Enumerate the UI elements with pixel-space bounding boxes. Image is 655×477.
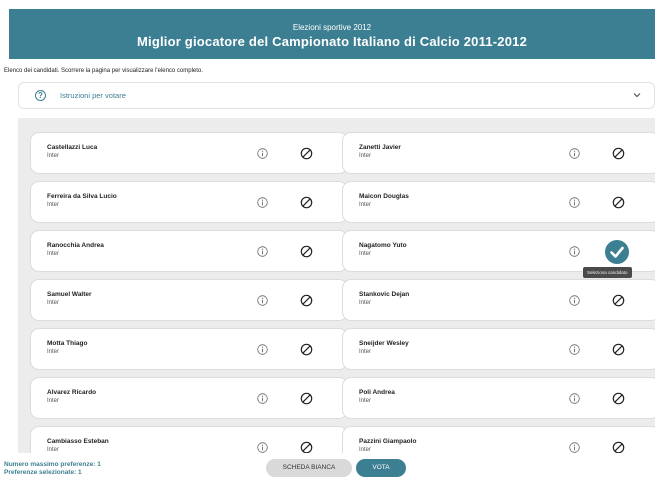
info-icon[interactable] — [257, 344, 268, 355]
page-title: Miglior giocatore del Campionato Italian… — [136, 34, 528, 49]
info-icon[interactable] — [257, 197, 268, 208]
info-icon[interactable] — [569, 246, 580, 257]
candidate-name: Sneijder Wesley — [359, 340, 409, 347]
unselected-icon[interactable] — [299, 440, 314, 453]
selected-preferences-label: Preferenze selezionate: 1 — [4, 469, 82, 476]
candidate-name: Alvarez Ricardo — [47, 389, 97, 396]
candidate-card[interactable]: Zanetti Javier Inter — [342, 132, 655, 174]
voting-instructions-label: Istruzioni per votare — [60, 91, 126, 100]
unselected-icon[interactable] — [611, 195, 626, 210]
unselected-icon[interactable] — [299, 293, 314, 308]
candidate-list[interactable]: Castellazzi Luca Inter Zanetti Javier Inter… — [18, 118, 655, 453]
candidate-team: Inter — [47, 398, 60, 404]
candidate-team: Inter — [359, 349, 372, 355]
candidate-card[interactable]: Pazzini Giampaolo Inter — [342, 426, 655, 453]
candidate-card[interactable]: Stankovic Dejan Inter — [342, 279, 655, 321]
info-icon[interactable] — [569, 442, 580, 453]
candidate-team: Inter — [359, 398, 372, 404]
unselected-icon[interactable] — [299, 391, 314, 406]
candidate-card[interactable]: Cambiasso Esteban Inter — [30, 426, 348, 453]
candidate-card[interactable]: Samuel Walter Inter — [30, 279, 348, 321]
candidate-team: Inter — [359, 153, 372, 159]
unselected-icon[interactable] — [611, 342, 626, 357]
candidate-name: Ranocchia Andrea — [47, 242, 104, 249]
candidate-name: Castellazzi Luca — [47, 144, 98, 151]
candidate-name: Zanetti Javier — [359, 144, 401, 151]
candidate-card[interactable]: Ferreira da Silva Lucio Inter — [30, 181, 348, 223]
select-candidate-tooltip: Seleziona candidato — [583, 267, 632, 278]
unselected-icon[interactable] — [299, 195, 314, 210]
selected-check-icon[interactable] — [605, 240, 629, 264]
candidate-card[interactable]: Nagatomo Yuto Inter Seleziona candidato — [342, 230, 655, 278]
election-subtitle: Elezioni sportive 2012 — [292, 23, 372, 32]
info-icon[interactable] — [257, 246, 268, 257]
blank-ballot-button[interactable]: SCHEDA BIANCA — [266, 459, 352, 477]
candidate-card[interactable]: Sneijder Wesley Inter — [342, 328, 655, 370]
info-icon[interactable] — [569, 148, 580, 159]
candidate-team: Inter — [47, 300, 60, 306]
candidate-team: Inter — [47, 153, 60, 159]
candidate-name: Poli Andrea — [359, 389, 395, 396]
unselected-icon[interactable] — [299, 342, 314, 357]
max-preferences-label: Numero massimo preferenze: 1 — [4, 461, 101, 468]
info-icon[interactable] — [569, 344, 580, 355]
candidate-name: Stankovic Dejan — [359, 291, 410, 298]
info-icon[interactable] — [569, 197, 580, 208]
unselected-icon[interactable] — [611, 440, 626, 453]
candidate-team: Inter — [47, 202, 60, 208]
candidate-card[interactable]: Ranocchia Andrea Inter — [30, 230, 348, 272]
candidate-name: Motta Thiago — [47, 340, 88, 347]
candidate-name: Ferreira da Silva Lucio — [47, 193, 117, 200]
candidate-team: Inter — [359, 447, 372, 453]
candidate-name: Maicon Douglas — [359, 193, 409, 200]
unselected-icon[interactable] — [611, 293, 626, 308]
chevron-down-icon[interactable] — [632, 90, 642, 100]
unselected-icon[interactable] — [299, 244, 314, 259]
candidate-team: Inter — [359, 202, 372, 208]
unselected-icon[interactable] — [299, 146, 314, 161]
unselected-icon[interactable] — [611, 146, 626, 161]
candidate-team: Inter — [47, 349, 60, 355]
candidate-list-intro: Elenco dei candidati. Scorrere la pagina… — [4, 68, 203, 74]
candidate-card[interactable]: Maicon Douglas Inter — [342, 181, 655, 223]
app-header: Elezioni sportive 2012 Miglior giocatore… — [9, 9, 655, 59]
candidate-card[interactable]: Poli Andrea Inter — [342, 377, 655, 419]
candidate-team: Inter — [359, 300, 372, 306]
voting-instructions-accordion[interactable]: ? Istruzioni per votare — [18, 82, 655, 109]
candidate-name: Cambiasso Esteban — [47, 438, 109, 445]
candidate-name: Samuel Walter — [47, 291, 92, 298]
info-icon[interactable] — [257, 393, 268, 404]
candidate-team: Inter — [359, 251, 372, 257]
info-icon[interactable] — [257, 148, 268, 159]
candidate-card[interactable]: Castellazzi Luca Inter — [30, 132, 348, 174]
candidate-card[interactable]: Motta Thiago Inter — [30, 328, 348, 370]
preference-summary: Numero massimo preferenze: 1 Preferenze … — [4, 461, 101, 477]
question-circle-icon: ? — [35, 90, 46, 101]
info-icon[interactable] — [569, 393, 580, 404]
info-icon[interactable] — [257, 295, 268, 306]
vote-button[interactable]: VOTA — [356, 459, 406, 477]
candidate-team: Inter — [47, 447, 60, 453]
candidate-name: Nagatomo Yuto — [359, 242, 407, 249]
candidate-card[interactable]: Alvarez Ricardo Inter — [30, 377, 348, 419]
info-icon[interactable] — [257, 442, 268, 453]
candidate-team: Inter — [47, 251, 60, 257]
unselected-icon[interactable] — [611, 391, 626, 406]
candidate-name: Pazzini Giampaolo — [359, 438, 417, 445]
info-icon[interactable] — [569, 295, 580, 306]
